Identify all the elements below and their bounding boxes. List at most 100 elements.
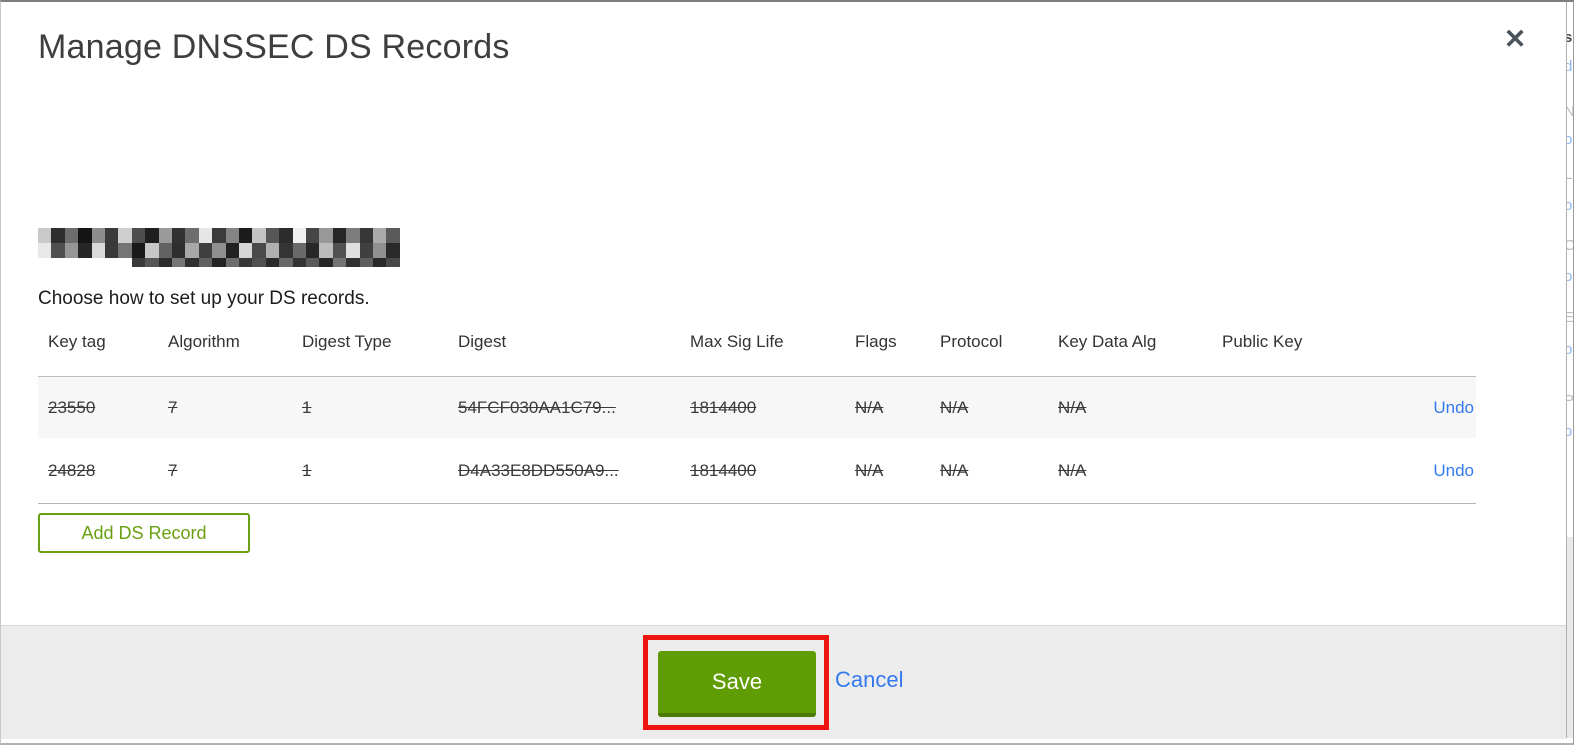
cell-max-sig-life: 1814400 xyxy=(690,460,757,480)
redacted-pixel xyxy=(185,243,200,258)
undo-link[interactable]: Undo xyxy=(1433,398,1474,417)
redacted-pixel xyxy=(185,258,200,267)
background-text-fragment: L xyxy=(1567,167,1572,182)
redacted-pixel xyxy=(386,228,401,243)
redacted-pixel xyxy=(292,258,307,267)
cell-digest-type: 1 xyxy=(302,460,312,480)
background-page-gray-section xyxy=(1567,537,1574,738)
cell-digest: D4A33E8DD550A9... xyxy=(458,460,619,480)
cell-algorithm: 7 xyxy=(168,460,178,480)
redacted-pixel xyxy=(332,243,347,258)
redacted-pixel xyxy=(306,228,320,243)
background-text-fragment: P xyxy=(1567,393,1574,408)
redacted-pixel xyxy=(185,228,200,243)
background-text-fragment: N xyxy=(1567,104,1574,119)
redacted-pixel xyxy=(38,228,52,243)
redacted-pixel xyxy=(292,243,307,258)
redacted-pixel xyxy=(38,243,52,258)
background-text-fragment: d xyxy=(1567,59,1572,74)
redacted-pixel xyxy=(359,243,374,258)
table-body: 23550 7 1 54FCF030AA1C79... 1814400 N/A … xyxy=(38,376,1476,504)
redacted-pixel xyxy=(239,243,253,258)
redacted-pixel xyxy=(145,243,160,258)
redacted-pixel xyxy=(118,228,133,243)
redacted-pixel xyxy=(306,258,320,267)
background-page-strip: sd No Lo Co Eo Po xyxy=(1566,2,1574,738)
redacted-pixel xyxy=(64,228,79,243)
cell-flags: N/A xyxy=(855,460,884,480)
redacted-pixel xyxy=(158,243,173,258)
redacted-pixel xyxy=(212,243,227,258)
redacted-pixel xyxy=(265,243,280,258)
redacted-pixel xyxy=(131,228,146,243)
redacted-pixel xyxy=(158,228,173,243)
redacted-pixel xyxy=(91,228,106,243)
cell-key-data-alg: N/A xyxy=(1058,460,1087,480)
redacted-pixel xyxy=(145,228,160,243)
redacted-pixel xyxy=(172,228,186,243)
redacted-pixel xyxy=(225,258,240,267)
redacted-pixel xyxy=(51,228,66,243)
modal-title: Manage DNSSEC DS Records xyxy=(38,28,510,66)
ds-records-table: Key tag Algorithm Digest Type Digest Max… xyxy=(38,332,1476,504)
redacted-pixel xyxy=(265,258,280,267)
close-icon[interactable]: ✕ xyxy=(1498,22,1532,56)
redacted-pixel xyxy=(239,228,253,243)
background-text-fragment: o xyxy=(1567,342,1572,357)
redacted-pixel xyxy=(306,243,320,258)
redacted-pixel xyxy=(252,243,267,258)
cell-digest: 54FCF030AA1C79... xyxy=(458,397,616,417)
redacted-pixel xyxy=(145,258,160,267)
column-header-algorithm: Algorithm xyxy=(168,332,240,351)
redacted-pixel xyxy=(252,258,267,267)
cell-flags: N/A xyxy=(855,397,884,417)
redacted-pixel xyxy=(386,258,401,267)
undo-link[interactable]: Undo xyxy=(1433,461,1474,480)
redacted-pixel xyxy=(373,228,387,243)
cell-protocol: N/A xyxy=(940,460,969,480)
redacted-pixel xyxy=(279,243,294,258)
redacted-pixel xyxy=(105,243,119,258)
column-header-max-sig-life: Max Sig Life xyxy=(690,332,784,351)
redacted-pixel xyxy=(346,228,361,243)
redacted-pixel xyxy=(292,228,307,243)
add-ds-record-button[interactable]: Add DS Record xyxy=(38,513,250,553)
column-header-digest: Digest xyxy=(458,332,507,351)
background-text-fragment: o xyxy=(1567,424,1572,439)
table-row: 23550 7 1 54FCF030AA1C79... 1814400 N/A … xyxy=(38,377,1476,438)
column-header-flags: Flags xyxy=(855,332,897,351)
column-header-protocol: Protocol xyxy=(940,332,1003,351)
redacted-pixel xyxy=(359,258,374,267)
background-text-fragment: o xyxy=(1567,132,1572,147)
redacted-pixel xyxy=(279,228,294,243)
table-row: 24828 7 1 D4A33E8DD550A9... 1814400 N/A … xyxy=(38,438,1476,503)
table-header-row: Key tag Algorithm Digest Type Digest Max… xyxy=(38,332,1476,376)
background-text-fragment: s xyxy=(1567,30,1572,45)
redacted-pixel xyxy=(131,258,146,267)
background-text-fragment: o xyxy=(1567,198,1572,213)
cancel-link[interactable]: Cancel xyxy=(835,667,903,693)
cell-protocol: N/A xyxy=(940,397,969,417)
column-header-digest-type: Digest Type xyxy=(302,332,392,351)
redacted-pixel xyxy=(105,228,119,243)
redacted-pixel xyxy=(158,258,173,267)
redacted-pixel xyxy=(78,243,93,258)
background-text-fragment: E xyxy=(1567,310,1574,325)
redacted-pixel xyxy=(346,243,361,258)
save-button[interactable]: Save xyxy=(658,651,816,717)
dnssec-modal: Manage DNSSEC DS Records ✕ Choose how to… xyxy=(0,0,1574,746)
column-header-key-data-alg: Key Data Alg xyxy=(1058,332,1157,351)
modal-subtitle: Choose how to set up your DS records. xyxy=(38,288,370,309)
redacted-pixel xyxy=(225,228,240,243)
redacted-pixel xyxy=(319,228,334,243)
cell-key-tag: 24828 xyxy=(48,460,96,480)
redacted-pixel xyxy=(265,228,280,243)
redacted-pixel xyxy=(252,228,267,243)
redacted-pixel xyxy=(319,243,334,258)
redacted-pixel xyxy=(212,258,227,267)
redacted-pixel xyxy=(346,258,361,267)
redacted-pixel xyxy=(172,243,186,258)
background-text-fragment: C xyxy=(1567,238,1574,253)
cell-key-data-alg: N/A xyxy=(1058,397,1087,417)
cell-max-sig-life: 1814400 xyxy=(690,397,757,417)
